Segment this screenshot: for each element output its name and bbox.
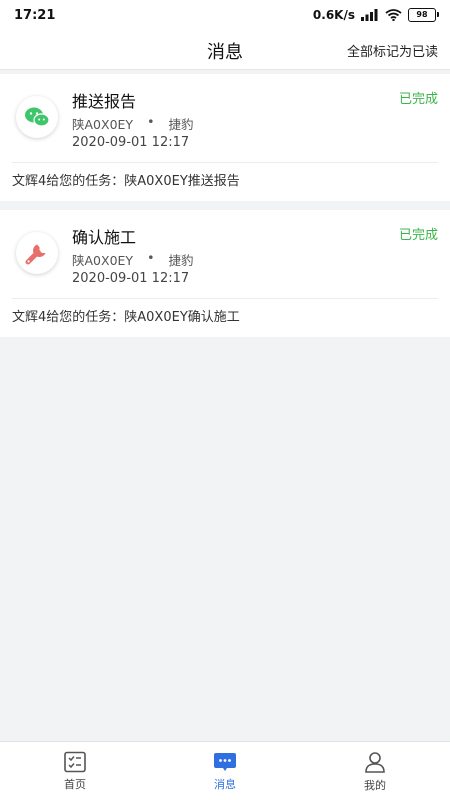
vehicle-brand: 捷豹 <box>168 253 194 268</box>
tab-messages-label: 消息 <box>214 777 236 791</box>
vehicle-brand: 捷豹 <box>168 117 194 132</box>
tab-profile-label: 我的 <box>364 778 386 792</box>
status-time: 17:21 <box>14 7 56 23</box>
status-bar: 17:21 0.6K/s 98 <box>0 0 450 30</box>
message-time: 2020-09-01 12:17 <box>72 135 190 150</box>
home-icon <box>64 751 86 772</box>
status-indicators: 0.6K/s 98 <box>312 8 439 22</box>
bottom-tab-bar: 首页 消息 我的 <box>0 741 450 800</box>
meta-separator: • <box>147 250 155 265</box>
message-description: 文辉4给您的任务：陕A0X0EY推送报告 <box>12 174 240 189</box>
message-list: 推送报告 已完成 陕A0X0EY • 捷豹 2020-09-01 12:17 文… <box>0 74 450 346</box>
profile-icon <box>365 751 385 773</box>
message-description: 文辉4给您的任务：陕A0X0EY确认施工 <box>12 310 240 325</box>
message-icon <box>214 752 236 771</box>
battery-level: 98 <box>416 10 428 19</box>
status-badge: 已完成 <box>398 228 438 243</box>
message-card-header: 确认施工 已完成 陕A0X0EY • 捷豹 2020-09-01 12:17 <box>0 210 450 298</box>
tab-home-label: 首页 <box>64 777 86 791</box>
header: 消息 全部标记为已读 <box>0 30 450 70</box>
tab-messages[interactable]: 消息 <box>150 742 300 800</box>
message-meta: 陕A0X0EY • 捷豹 <box>72 114 193 133</box>
tab-profile[interactable]: 我的 <box>300 742 450 800</box>
message-meta: 陕A0X0EY • 捷豹 <box>72 250 193 269</box>
net-speed: 0.6K/s <box>312 8 355 22</box>
plate-number: 陕A0X0EY <box>72 117 134 132</box>
wrench-icon <box>16 232 58 274</box>
plate-number: 陕A0X0EY <box>72 253 134 268</box>
meta-separator: • <box>147 114 155 129</box>
battery-icon: 98 <box>408 8 439 22</box>
mark-all-read-button[interactable]: 全部标记为已读 <box>347 41 438 60</box>
message-title: 确认施工 <box>72 228 137 247</box>
wifi-icon <box>385 9 402 21</box>
message-card[interactable]: 确认施工 已完成 陕A0X0EY • 捷豹 2020-09-01 12:17 文… <box>0 210 450 337</box>
message-card[interactable]: 推送报告 已完成 陕A0X0EY • 捷豹 2020-09-01 12:17 文… <box>0 74 450 201</box>
status-badge: 已完成 <box>398 92 438 107</box>
message-title: 推送报告 <box>72 92 137 111</box>
wechat-icon <box>16 96 58 138</box>
message-card-header: 推送报告 已完成 陕A0X0EY • 捷豹 2020-09-01 12:17 <box>0 74 450 162</box>
signal-icon <box>361 9 378 21</box>
tab-home[interactable]: 首页 <box>0 742 150 800</box>
message-time: 2020-09-01 12:17 <box>72 271 190 286</box>
